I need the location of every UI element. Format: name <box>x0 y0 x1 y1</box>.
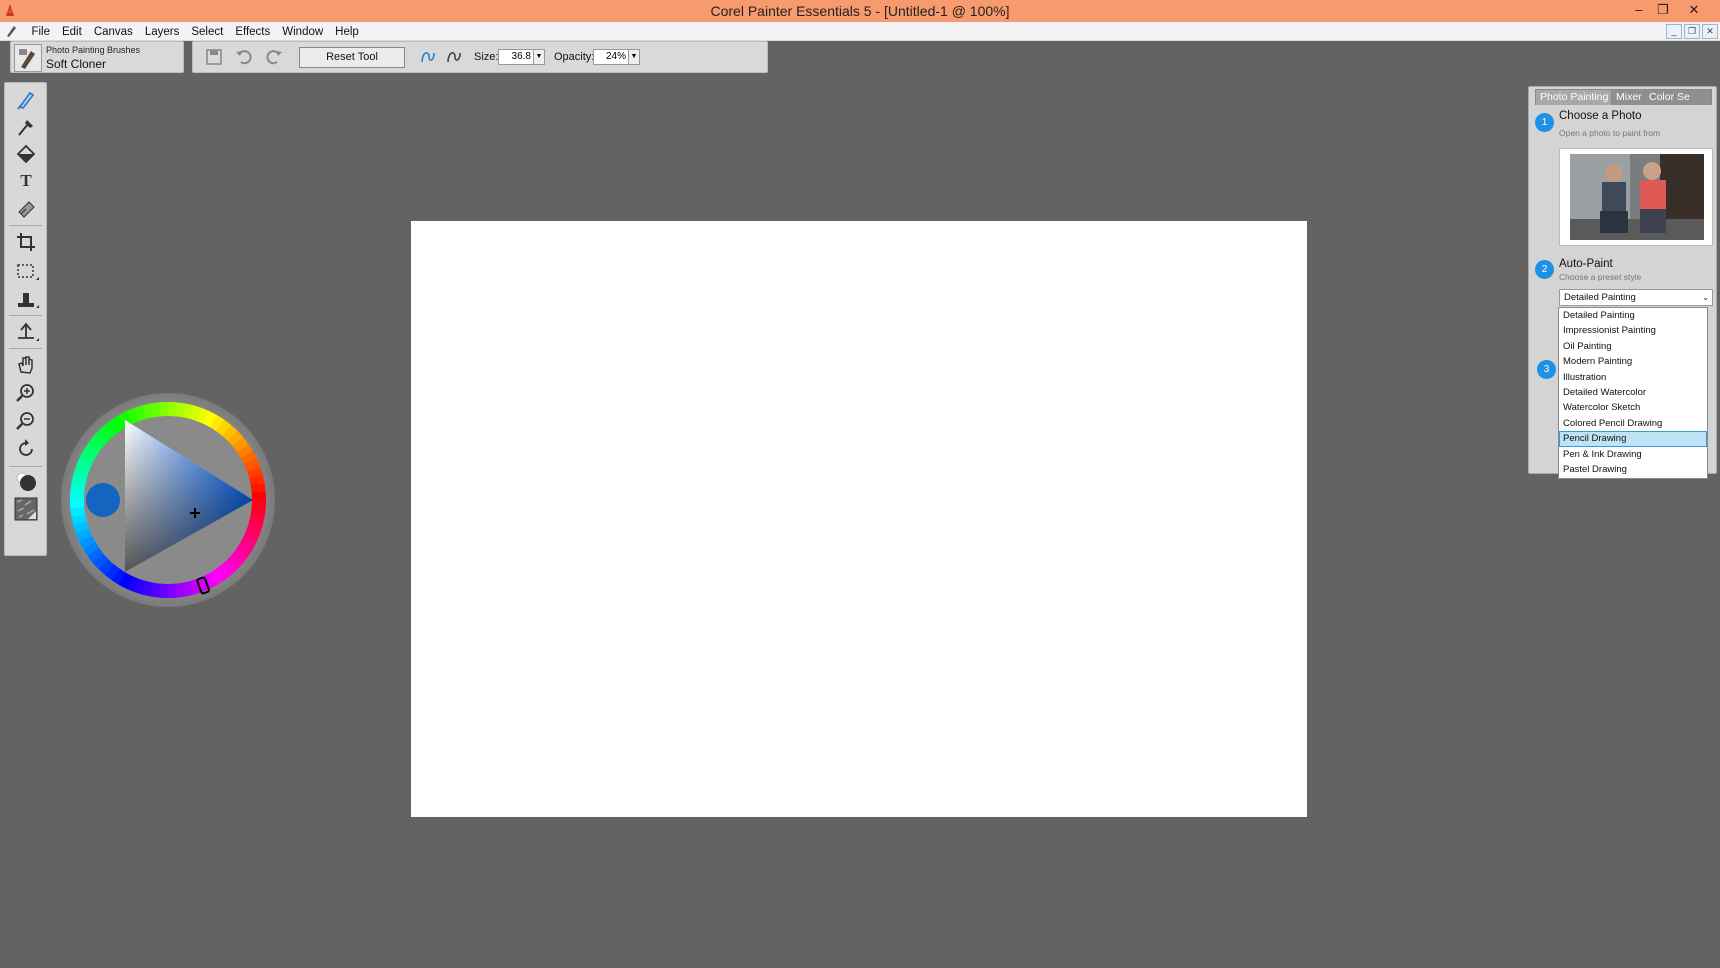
brush-variant-label: Soft Cloner <box>46 57 107 71</box>
step-3-badge: 3 <box>1537 360 1556 379</box>
preset-style-select[interactable]: Detailed Painting ⌄ <box>1559 289 1713 306</box>
save-icon[interactable] <box>203 47 225 67</box>
menu-effects[interactable]: Effects <box>229 23 276 41</box>
menu-layers[interactable]: Layers <box>139 23 186 41</box>
grabber-hand-icon[interactable] <box>13 353 39 377</box>
toolbox-separator <box>9 348 42 349</box>
step-1-badge: 1 <box>1535 113 1554 132</box>
main-color-indicator <box>86 483 120 517</box>
undo-icon[interactable] <box>233 47 255 67</box>
menu-bar: File Edit Canvas Layers Select Effects Window H… <box>0 22 1720 41</box>
restore-icon[interactable]: ❐ <box>1652 1 1674 19</box>
dropper-icon[interactable] <box>13 114 39 138</box>
preset-option[interactable]: Detailed Painting <box>1559 308 1707 323</box>
transform-icon[interactable] <box>13 320 39 344</box>
opacity-dropdown-arrow[interactable]: ▼ <box>628 49 640 65</box>
preset-option[interactable]: Impressionist Painting <box>1559 323 1707 338</box>
preset-option[interactable]: Oil Painting <box>1559 339 1707 354</box>
hue-ring-segment[interactable] <box>251 498 266 509</box>
stroke-attributes-icon[interactable] <box>417 47 439 67</box>
menu-canvas[interactable]: Canvas <box>88 23 139 41</box>
document-restore-icon[interactable]: ❐ <box>1684 24 1700 39</box>
brush-category-label: Photo Painting Brushes <box>46 45 141 55</box>
drawing-canvas[interactable] <box>411 221 1307 817</box>
zoom-out-icon[interactable] <box>13 409 39 433</box>
choose-photo-subtitle: Open a photo to paint from <box>1559 128 1661 138</box>
text-icon[interactable]: T <box>13 169 39 193</box>
size-dropdown-arrow[interactable]: ▼ <box>533 49 545 65</box>
preset-option[interactable]: Colored Pencil Drawing <box>1559 416 1707 431</box>
tab-color-set[interactable]: Color Se <box>1644 89 1712 105</box>
stroke-style-icon[interactable] <box>443 47 465 67</box>
document-brush-icon[interactable] <box>5 24 19 38</box>
document-close-icon[interactable]: ✕ <box>1702 24 1718 39</box>
tab-mixer[interactable]: Mixer <box>1611 89 1647 105</box>
menu-select[interactable]: Select <box>185 23 229 41</box>
eraser-icon[interactable] <box>13 196 39 220</box>
menu-file[interactable]: File <box>25 23 56 41</box>
document-minimize-icon[interactable]: _ <box>1666 24 1682 39</box>
preset-option[interactable]: Detailed Watercolor <box>1559 385 1707 400</box>
toolbox-separator <box>9 225 42 226</box>
preset-option[interactable]: Modern Painting <box>1559 354 1707 369</box>
size-label: Size: <box>474 51 499 63</box>
rectangular-selection-icon[interactable] <box>13 259 39 283</box>
property-bar: Reset Tool Size: 36.8 ▼ Opacity: 24% ▼ <box>192 41 768 73</box>
preset-dropdown-list: Detailed Painting Impressionist Painting… <box>1558 307 1708 479</box>
step-2-badge: 2 <box>1535 260 1554 279</box>
clone-stamp-icon[interactable] <box>13 287 39 311</box>
title-bar: Corel Painter Essentials 5 - [Untitled-1… <box>0 0 1720 22</box>
crop-icon[interactable] <box>13 230 39 254</box>
preset-option[interactable]: Watercolor Sketch <box>1559 400 1707 415</box>
zoom-in-icon[interactable] <box>13 381 39 405</box>
auto-paint-title: Auto-Paint <box>1559 258 1613 270</box>
preset-option[interactable]: Pen & Ink Drawing <box>1559 447 1707 462</box>
color-wheel[interactable] <box>58 390 278 610</box>
paper-texture-icon[interactable] <box>13 497 39 521</box>
preset-option[interactable]: Pastel Drawing <box>1559 462 1707 477</box>
rotate-page-icon[interactable] <box>13 437 39 461</box>
brush-icon[interactable] <box>13 87 39 111</box>
toolbox: T <box>4 82 47 556</box>
main-color-swatch[interactable] <box>13 470 39 494</box>
tab-photo-painting[interactable]: Photo Painting <box>1535 89 1614 105</box>
opacity-field[interactable]: 24% <box>593 49 629 65</box>
preset-selected-value: Detailed Painting <box>1564 292 1636 303</box>
chevron-down-icon: ⌄ <box>1702 293 1709 302</box>
menu-window[interactable]: Window <box>276 23 329 41</box>
opacity-label: Opacity: <box>554 51 595 63</box>
window-title: Corel Painter Essentials 5 - [Untitled-1… <box>710 3 1010 19</box>
choose-photo-title: Choose a Photo <box>1559 110 1642 122</box>
brush-selector[interactable]: Photo Painting Brushes Soft Cloner <box>10 41 184 73</box>
paint-bucket-icon[interactable] <box>13 142 39 166</box>
menu-edit[interactable]: Edit <box>56 23 88 41</box>
menu-help[interactable]: Help <box>329 23 365 41</box>
source-photo-thumbnail[interactable] <box>1559 148 1713 246</box>
size-field[interactable]: 36.8 <box>498 49 534 65</box>
preset-option[interactable]: Illustration <box>1559 370 1707 385</box>
auto-paint-subtitle: Choose a preset style <box>1559 272 1642 282</box>
close-icon[interactable]: ✕ <box>1683 1 1705 19</box>
preset-option-highlighted[interactable]: Pencil Drawing <box>1559 431 1707 447</box>
minimize-icon[interactable]: – <box>1628 1 1650 19</box>
redo-icon[interactable] <box>263 47 285 67</box>
brush-category-icon <box>14 44 42 72</box>
toolbox-separator <box>9 315 42 316</box>
reset-tool-button[interactable]: Reset Tool <box>299 47 405 68</box>
toolbox-separator <box>9 466 42 467</box>
